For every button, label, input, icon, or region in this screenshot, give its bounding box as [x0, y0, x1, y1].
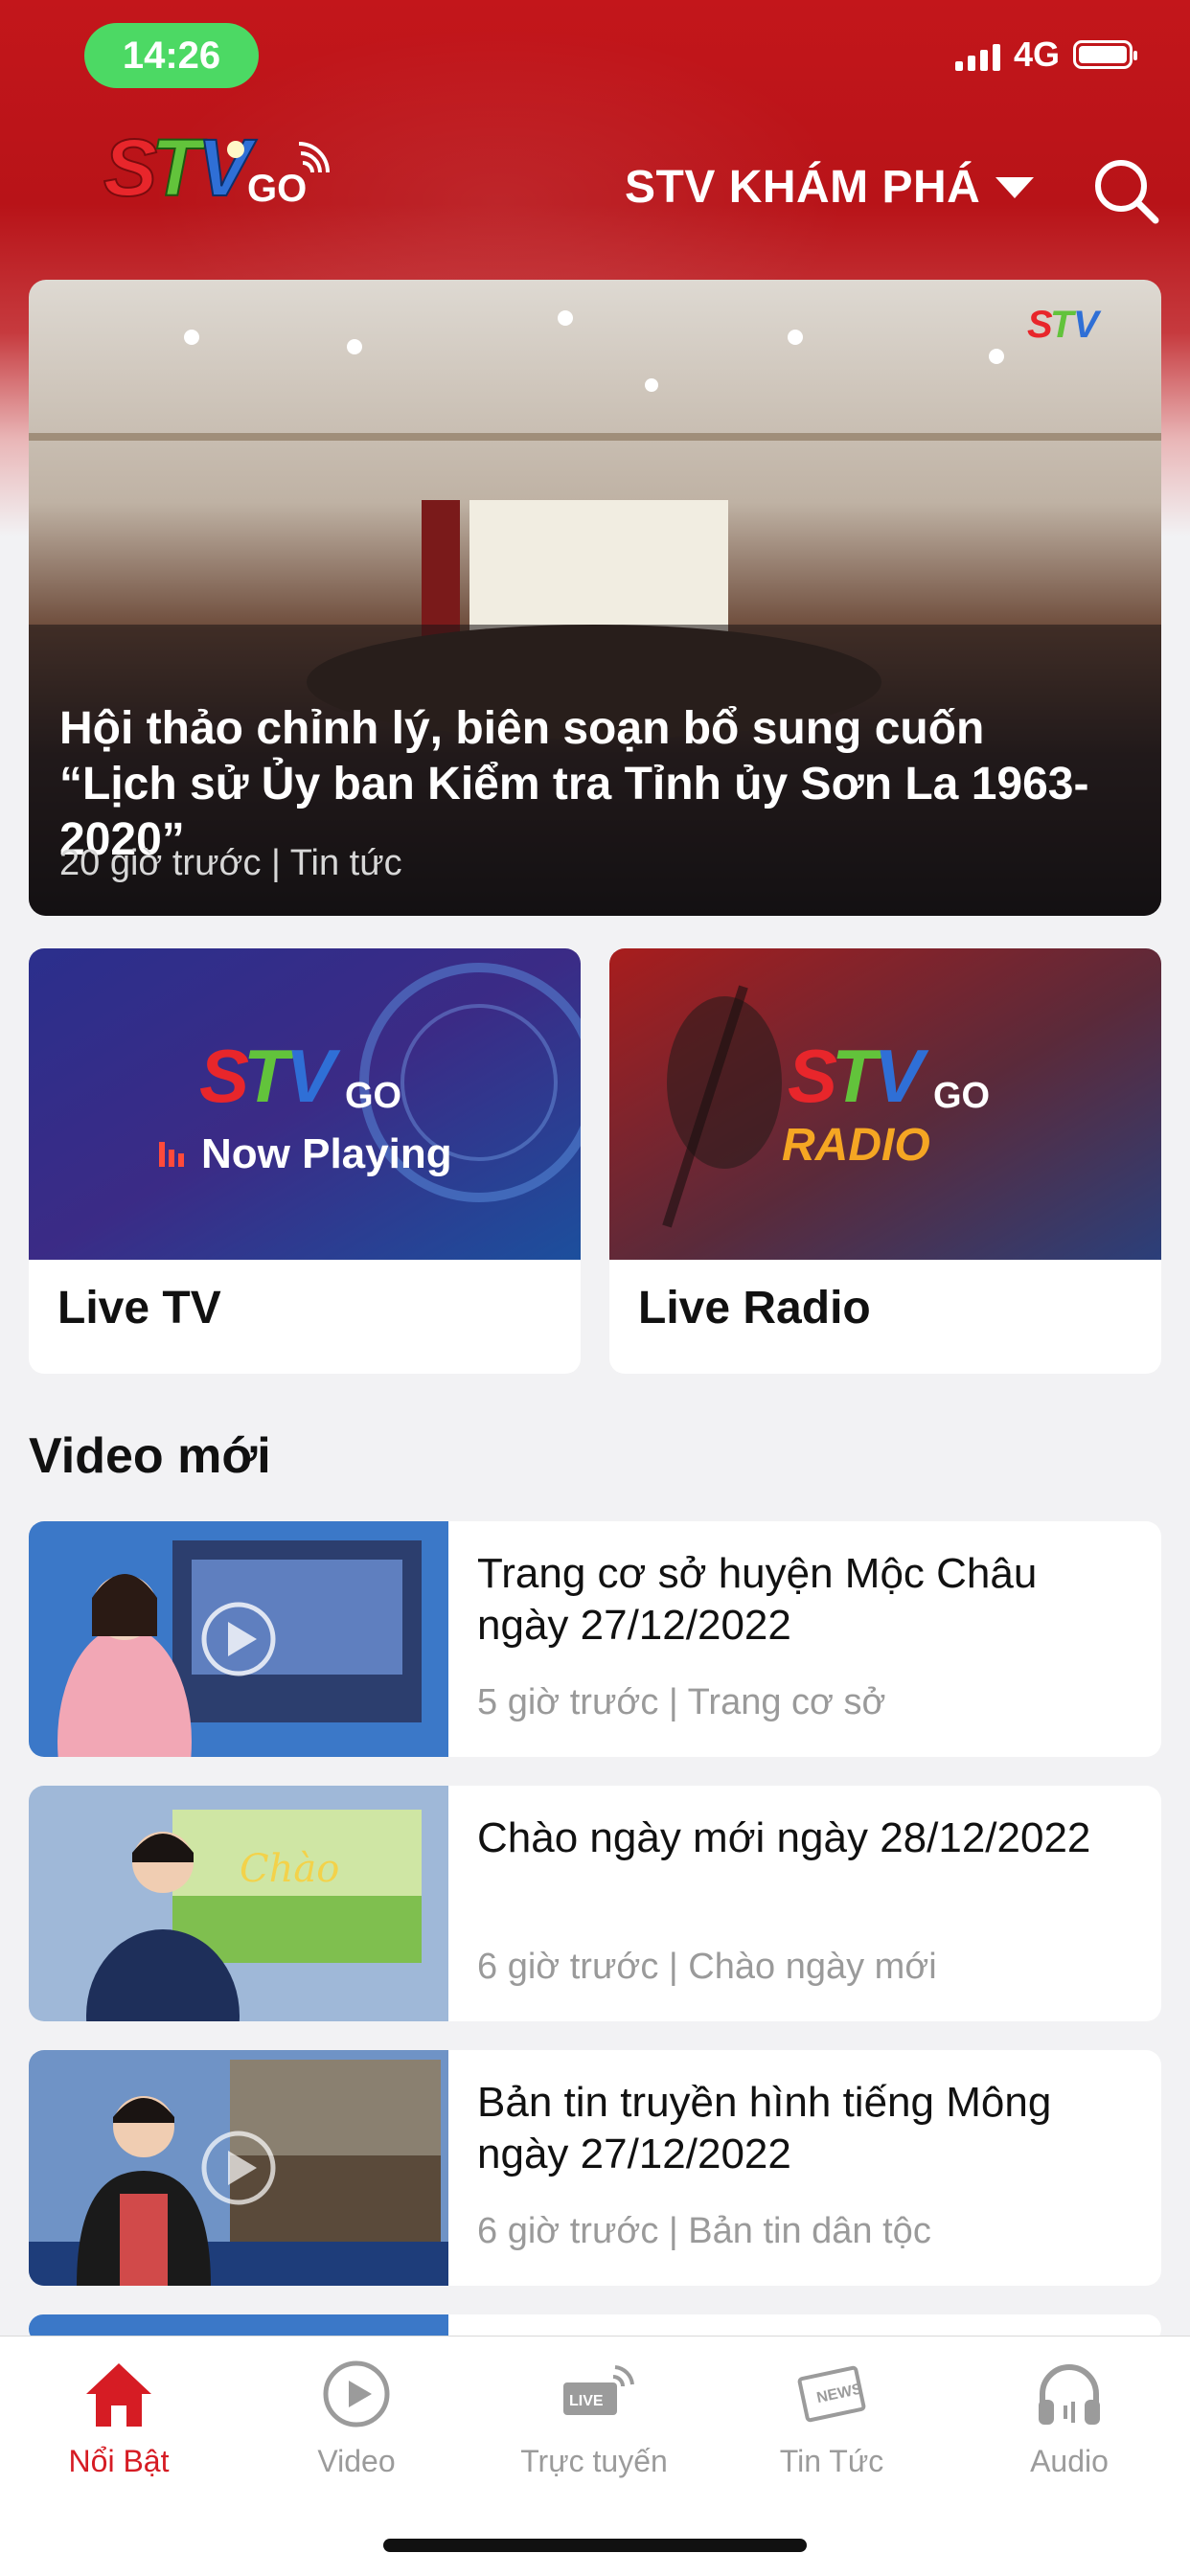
video-item[interactable]: Trang cơ sở huyện Mộc Châu ngày 27/12/20…	[29, 1521, 1161, 1757]
svg-text:GO: GO	[345, 1076, 401, 1116]
svg-text:LIVE: LIVE	[569, 2393, 604, 2409]
play-circle-icon	[323, 2360, 390, 2428]
svg-text:V: V	[874, 1034, 929, 1118]
video-item[interactable]: Bản tin truyền hình tiếng Mông ngày 27/1…	[29, 2050, 1161, 2286]
now-playing-text: Now Playing	[201, 1130, 452, 1177]
svg-text:S: S	[788, 1034, 837, 1118]
svg-text:S: S	[199, 1034, 249, 1118]
live-radio-thumbnail: S T V GO	[609, 948, 1161, 1260]
headphones-icon	[1039, 2364, 1100, 2425]
video-title: Bản tin truyền hình tiếng Mông ngày 27/1…	[477, 2079, 1052, 2177]
radio-text: RADIO	[782, 1120, 930, 1171]
video-meta: 6 giờ trước | Chào ngày mới	[477, 1947, 937, 1987]
video-title: Trang cơ sở huyện Mộc Châu ngày 27/12/20…	[477, 1550, 1038, 1649]
tab-label: Audio	[1030, 2444, 1109, 2478]
svg-text:V: V	[286, 1034, 341, 1118]
tab-label: Tin Tức	[779, 2444, 884, 2478]
tab-label: Trực tuyến	[520, 2444, 668, 2478]
tab-label: Nổi Bật	[68, 2444, 170, 2478]
video-item[interactable]: Chào Chào ngày mới ngày 28/12/2022 6 giờ…	[29, 1786, 1161, 2021]
signal-icon	[954, 38, 1000, 71]
tab-label: Video	[317, 2444, 396, 2478]
status-time: 14:26	[84, 23, 259, 88]
video-meta: 6 giờ trước | Bản tin dân tộc	[477, 2211, 931, 2251]
live-radio-label: Live Radio	[638, 1283, 871, 1334]
video-thumbnail	[29, 1521, 448, 1757]
home-icon	[86, 2363, 151, 2427]
tab-tin-tuc[interactable]: NEWS Tin Tức	[713, 2354, 950, 2497]
live-radio-card[interactable]: S T V GO RADIO Live Radio	[609, 948, 1161, 1374]
featured-article-meta: 20 giờ trước | Tin tức	[59, 843, 402, 883]
tab-video[interactable]: Video	[238, 2354, 475, 2497]
video-meta: 5 giờ trước | Trang cơ sở	[477, 1682, 886, 1722]
svg-text:GO: GO	[933, 1076, 990, 1116]
live-tv-card[interactable]: S T V GO Now Playing Live TV	[29, 948, 581, 1374]
channel-label: STV KHÁM PHÁ	[625, 162, 981, 213]
video-thumbnail	[29, 2050, 448, 2286]
svg-text:S: S	[103, 123, 157, 213]
svg-text:S: S	[1027, 304, 1053, 346]
battery-icon	[1073, 40, 1137, 69]
app-logo[interactable]: S T V GO	[103, 121, 333, 217]
search-icon[interactable]	[1092, 157, 1159, 224]
svg-text:NEWS: NEWS	[815, 2381, 864, 2406]
svg-text:GO: GO	[247, 168, 307, 210]
live-tv-label: Live TV	[57, 1283, 221, 1334]
live-tv-thumbnail: S T V GO	[29, 948, 581, 1260]
chevron-down-icon	[995, 176, 1035, 198]
tab-audio[interactable]: Audio	[950, 2354, 1188, 2497]
section-title: Video mới	[29, 1428, 271, 1484]
live-icon: LIVE	[563, 2365, 634, 2415]
tab-truc-tuyen[interactable]: LIVE Trực tuyến	[475, 2354, 713, 2497]
video-thumbnail: Chào	[29, 1786, 448, 2021]
featured-article-card[interactable]: S T V Hội thảo chỉnh lý, biên soạn bổ su…	[29, 280, 1161, 916]
tab-noi-bat[interactable]: Nổi Bật	[0, 2354, 238, 2497]
network-type: 4G	[1013, 34, 1060, 74]
channel-selector[interactable]: STV KHÁM PHÁ	[625, 161, 1035, 214]
status-indicators: 4G	[954, 34, 1137, 75]
video-title: Chào ngày mới ngày 28/12/2022	[477, 1814, 1091, 1861]
svg-text:V: V	[1073, 304, 1102, 346]
home-indicator[interactable]	[383, 2539, 807, 2552]
svg-text:Chào: Chào	[240, 1847, 339, 1891]
news-icon: NEWS	[797, 2365, 866, 2423]
